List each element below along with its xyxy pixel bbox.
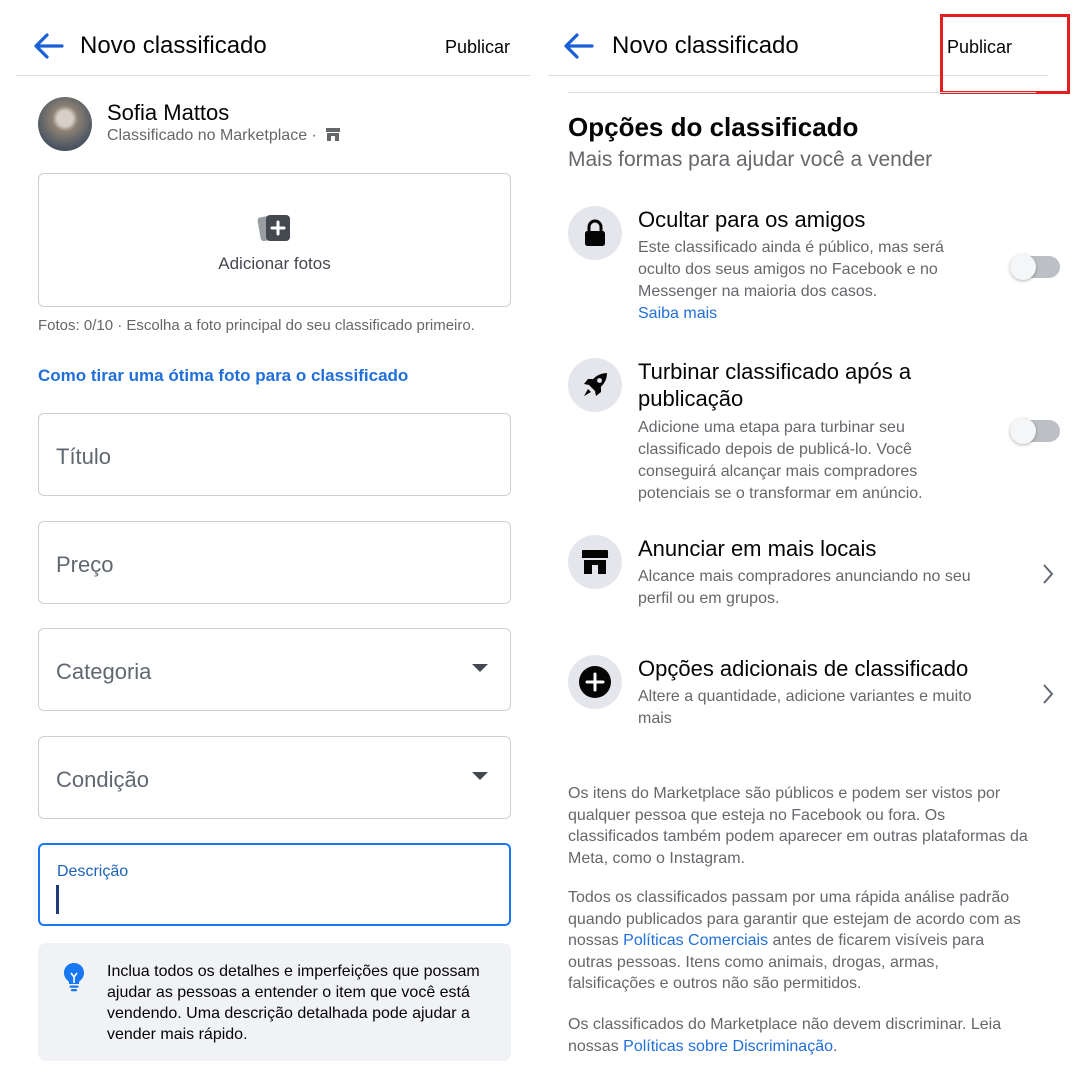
condition-placeholder: Condição	[56, 767, 149, 792]
boost-listing-toggle[interactable]	[1010, 418, 1060, 444]
description-label: Descrição	[57, 863, 129, 880]
category-select[interactable]: Categoria	[38, 628, 511, 711]
legal-review-notice: Todos os classificados passam por uma rá…	[568, 887, 1030, 995]
condition-select[interactable]: Condição	[38, 736, 511, 819]
option-description: Este classificado ainda é público, mas s…	[638, 237, 983, 325]
title-field[interactable]: Título	[38, 413, 511, 496]
lock-icon	[585, 219, 605, 246]
profile-subtitle-text: Classificado no Marketplace ·	[107, 127, 317, 144]
store-icon	[326, 128, 341, 141]
profile-name: Sofia Mattos	[107, 100, 230, 125]
page-title: Novo classificado	[80, 32, 267, 59]
description-tip: Inclua todos os detalhes e imperfeições …	[38, 943, 511, 1061]
legal-discrimination-notice: Os classificados do Marketplace não deve…	[568, 1014, 1030, 1057]
price-field[interactable]: Preço	[38, 521, 511, 604]
chevron-right-icon	[1043, 564, 1054, 584]
plus-circle-icon	[579, 666, 611, 698]
divider	[568, 92, 1036, 93]
price-placeholder: Preço	[56, 552, 114, 577]
add-photos-label: Adicionar fotos	[218, 254, 331, 273]
discrimination-policies-link[interactable]: Políticas sobre Discriminação	[623, 1038, 833, 1055]
option-description: Adicione uma etapa para turbinar seu cla…	[638, 419, 923, 502]
shop-icon	[581, 550, 609, 574]
add-photos-button[interactable]: Adicionar fotos	[38, 173, 511, 307]
back-arrow-icon[interactable]	[32, 30, 66, 62]
new-listing-form-panel: Novo classificado Publicar Sofia Mattos …	[0, 0, 540, 1080]
option-title: Anunciar em mais locais	[638, 536, 877, 561]
description-field[interactable]: Descrição	[38, 843, 511, 926]
page-title: Novo classificado	[612, 32, 799, 59]
add-photo-icon	[257, 214, 290, 242]
title-placeholder: Título	[56, 444, 112, 469]
option-title: Opções adicionais de classificado	[638, 656, 969, 681]
caret-down-icon	[472, 772, 488, 780]
publish-highlight-box	[940, 14, 1070, 94]
hide-from-friends-toggle[interactable]	[1010, 254, 1060, 280]
option-description: Altere a quantidade, adicione variantes …	[638, 688, 972, 727]
option-title: Ocultar para os amigos	[638, 207, 866, 232]
top-bar: Novo classificado Publicar	[16, 0, 530, 76]
photos-help-text: Fotos: 0/10 · Escolha a foto principal d…	[38, 317, 475, 334]
lock-icon-circle	[568, 206, 622, 260]
tip-text: Inclua todos os detalhes e imperfeições …	[107, 963, 480, 1043]
back-arrow-icon[interactable]	[562, 30, 596, 62]
listing-options-panel: Novo classificado Publicar Opções do cla…	[548, 0, 1080, 1080]
text-cursor	[56, 885, 59, 914]
publish-button[interactable]: Publicar	[445, 37, 510, 58]
option-description: Alcance mais compradores anunciando no s…	[638, 568, 971, 607]
photo-tips-link[interactable]: Como tirar uma ótima foto para o classif…	[38, 366, 408, 386]
lightbulb-icon	[64, 963, 84, 992]
section-title: Opções do classificado	[568, 112, 859, 142]
commerce-policies-link[interactable]: Políticas Comerciais	[623, 932, 768, 949]
avatar	[38, 97, 92, 151]
section-subtitle: Mais formas para ajudar você a vender	[568, 148, 933, 171]
plus-circle-icon-circle	[568, 655, 622, 709]
rocket-icon-circle	[568, 358, 622, 412]
legal-text: .	[833, 1037, 838, 1055]
rocket-icon	[584, 373, 607, 396]
caret-down-icon	[472, 664, 488, 672]
option-title: Turbinar classificado após a publicação	[638, 359, 912, 411]
option-description-text: Este classificado ainda é público, mas s…	[638, 239, 944, 300]
learn-more-link[interactable]: Saiba mais	[638, 305, 717, 322]
category-placeholder: Categoria	[56, 659, 152, 684]
chevron-right-icon	[1043, 684, 1054, 704]
legal-public-notice: Os itens do Marketplace são públicos e p…	[568, 785, 1028, 867]
profile-subtitle: Classificado no Marketplace ·	[107, 127, 341, 145]
shop-icon-circle	[568, 535, 622, 589]
